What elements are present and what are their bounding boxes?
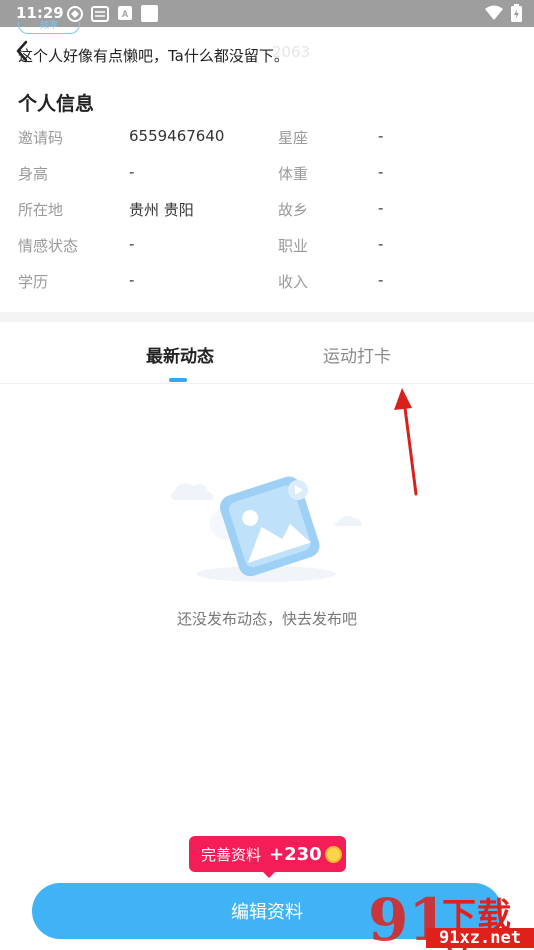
info-label: 学历: [18, 273, 49, 291]
annotation-arrow-icon: [394, 388, 418, 496]
reward-points: +230: [269, 843, 322, 865]
wifi-icon: [485, 5, 503, 20]
info-label: 职业: [278, 237, 309, 255]
status-bar: 11:29 A: [0, 0, 534, 27]
personal-info-title: 个人信息: [18, 93, 95, 115]
reward-label: 完善资料: [201, 845, 262, 864]
reward-badge: 完善资料 +230: [189, 836, 346, 878]
profile-bio: 这个人好像有点懒吧，Ta什么都没留下。: [18, 47, 289, 65]
empty-state-message: 还没发布动态，快去发布吧: [176, 610, 357, 628]
info-value: -: [378, 235, 384, 253]
info-row: 学历 - 收入 -: [0, 268, 534, 304]
a-icon: A: [118, 6, 132, 20]
info-value: -: [378, 199, 384, 217]
active-tab-indicator: [169, 378, 187, 382]
keyboard-icon: [91, 6, 109, 22]
info-value: -: [378, 163, 384, 181]
info-value: 6559467640: [129, 127, 225, 145]
info-row: 情感状态 - 职业 -: [0, 232, 534, 268]
svg-text:A: A: [122, 9, 129, 19]
info-value: 贵州 贵阳: [129, 201, 194, 219]
info-value: -: [129, 271, 135, 289]
info-value: -: [378, 127, 384, 145]
info-label: 情感状态: [18, 237, 79, 255]
info-row: 身高 - 体重 -: [0, 160, 534, 196]
status-time: 11:29: [16, 4, 64, 22]
info-label: 所在地: [18, 201, 64, 219]
info-label: 星座: [278, 129, 309, 147]
profile-id-faded: 2063: [272, 43, 311, 61]
info-label: 故乡: [278, 201, 309, 219]
battery-icon: [511, 4, 522, 22]
info-value: -: [129, 163, 135, 181]
watermark-logo: 91 下载站 91xz.net: [364, 884, 534, 950]
tab-exercise-checkin[interactable]: 运动打卡: [323, 342, 391, 367]
sync-icon: [67, 6, 83, 22]
info-value: -: [378, 271, 384, 289]
profile-tag: 频率: [18, 22, 80, 34]
section-divider: [0, 312, 534, 322]
feed-tabs: 最新动态 运动打卡: [0, 322, 534, 384]
watermark-url: 91xz.net: [426, 928, 534, 948]
info-label: 邀请码: [18, 129, 64, 147]
info-value: -: [129, 235, 135, 253]
info-row: 邀请码 6559467640 星座 -: [0, 124, 534, 160]
square-icon: [141, 5, 158, 22]
coin-icon: [324, 845, 342, 863]
personal-info-grid: 邀请码 6559467640 星座 - 身高 - 体重 - 所在地 贵州 贵阳 …: [0, 124, 534, 304]
info-row: 所在地 贵州 贵阳 故乡 -: [0, 196, 534, 232]
info-label: 收入: [278, 273, 309, 291]
info-label: 体重: [278, 165, 309, 183]
empty-photo-illustration-icon: [171, 476, 362, 582]
info-label: 身高: [18, 165, 49, 183]
tab-latest-updates[interactable]: 最新动态: [146, 342, 214, 367]
